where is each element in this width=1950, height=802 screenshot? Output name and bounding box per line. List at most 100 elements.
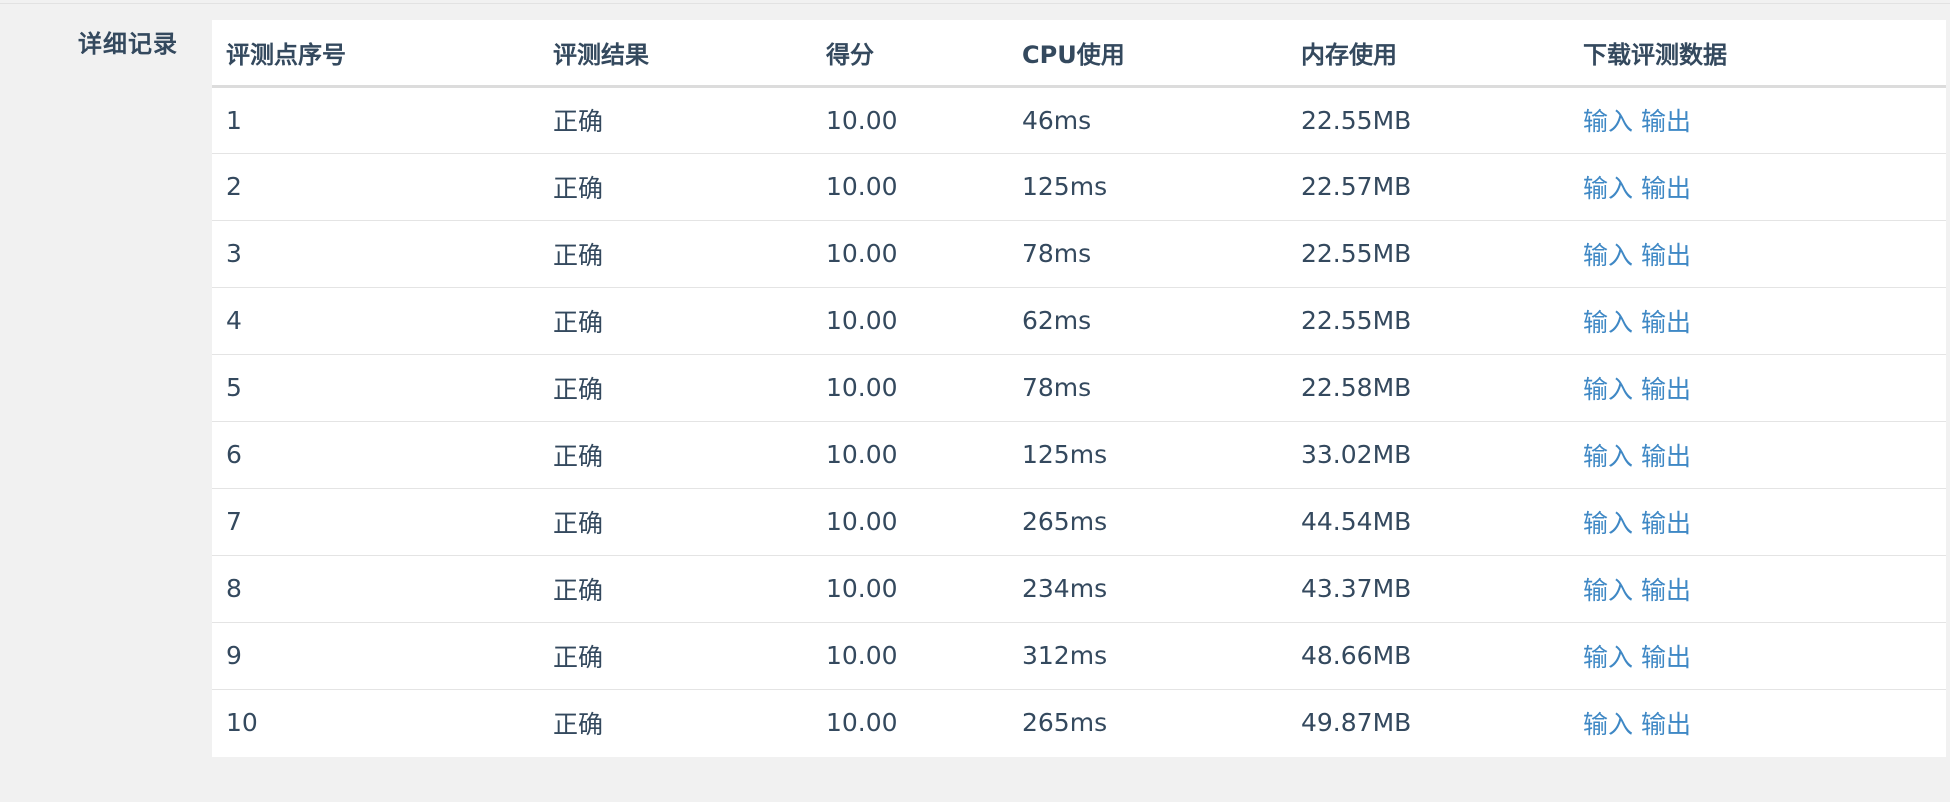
cell-score: 10.00: [812, 153, 1008, 221]
cell-result: 正确: [539, 421, 812, 489]
input-link[interactable]: 输入: [1583, 308, 1633, 337]
output-link[interactable]: 输出: [1641, 643, 1691, 672]
cell-memory: 44.54MB: [1287, 488, 1569, 556]
cell-result: 正确: [539, 555, 812, 623]
table-row: 2 正确 10.00 125ms 22.57MB 输入 输出: [212, 153, 1946, 221]
output-link[interactable]: 输出: [1641, 375, 1691, 404]
output-link[interactable]: 输出: [1641, 174, 1691, 203]
input-link[interactable]: 输入: [1583, 107, 1633, 136]
cell-result: 正确: [539, 622, 812, 690]
cell-memory: 22.55MB: [1287, 220, 1569, 288]
cell-score: 10.00: [812, 287, 1008, 355]
cell-cpu: 78ms: [1008, 220, 1287, 288]
cell-cpu: 265ms: [1022, 708, 1108, 738]
cell-cpu: 234ms: [1008, 555, 1287, 623]
input-link[interactable]: 输入: [1583, 576, 1633, 605]
cell-cpu: 78ms: [1008, 354, 1287, 422]
section-label: 详细记录: [78, 30, 178, 58]
cell-download: 输入 输出: [1569, 488, 1946, 556]
detail-records-table: 评测点序号 评测结果 得分 CPU使用 内存使用 下载评测数据 1 正确 10.…: [212, 20, 1946, 756]
cell-result: 正确: [539, 153, 812, 221]
cell-index: 1: [212, 86, 539, 154]
cell-score: 10.00: [812, 555, 1008, 623]
table-row: 9 正确 10.00 312ms 48.66MB 输入 输出: [212, 622, 1946, 690]
cell-score: 10.00: [812, 220, 1008, 288]
cell-download: 输入 输出: [1569, 287, 1946, 355]
table-row: 6 正确 10.00 125ms 33.02MB 输入 输出: [212, 421, 1946, 489]
cell-result: 正确: [539, 488, 812, 556]
output-link[interactable]: 输出: [1641, 576, 1691, 605]
cell-download: 输入 输出: [1569, 622, 1946, 690]
cell-download: 输入 输出: [1569, 555, 1946, 623]
cell-memory: 22.55MB: [1287, 86, 1569, 154]
input-link[interactable]: 输入: [1583, 241, 1633, 270]
cell-memory: 43.37MB: [1287, 555, 1569, 623]
cell-index: 8: [212, 555, 539, 623]
output-link[interactable]: 输出: [1641, 710, 1691, 739]
cell-result: 正确: [553, 709, 604, 739]
cell-cpu: 125ms: [1008, 421, 1287, 489]
cell-score: 10.00: [812, 86, 1008, 154]
table-row: 7 正确 10.00 265ms 44.54MB 输入 输出: [212, 488, 1946, 556]
cell-index: 7: [212, 488, 539, 556]
input-link[interactable]: 输入: [1583, 643, 1633, 672]
cell-result: 正确: [539, 354, 812, 422]
cell-index: 2: [212, 153, 539, 221]
input-link[interactable]: 输入: [1583, 442, 1633, 471]
table-row: 4 正确 10.00 62ms 22.55MB 输入 输出: [212, 287, 1946, 355]
cell-index: 5: [212, 354, 539, 422]
cell-result: 正确: [539, 86, 812, 154]
cell-index: 6: [212, 421, 539, 489]
cell-cpu: 265ms: [1008, 488, 1287, 556]
cell-memory: 22.57MB: [1287, 153, 1569, 221]
input-link[interactable]: 输入: [1583, 509, 1633, 538]
cell-index: 9: [212, 622, 539, 690]
header-memory: 内存使用: [1287, 20, 1569, 88]
output-link[interactable]: 输出: [1641, 107, 1691, 136]
table-row: 8 正确 10.00 234ms 43.37MB 输入 输出: [212, 555, 1946, 623]
table-row: 5 正确 10.00 78ms 22.58MB 输入 输出: [212, 354, 1946, 422]
output-link[interactable]: 输出: [1641, 509, 1691, 538]
output-link[interactable]: 输出: [1641, 442, 1691, 471]
detail-records-panel: 评测点序号 评测结果 得分 CPU使用 内存使用 下载评测数据 1 正确 10.…: [212, 20, 1946, 757]
output-link[interactable]: 输出: [1641, 241, 1691, 270]
cell-memory: 49.87MB: [1301, 708, 1412, 738]
cell-download: 输入 输出: [1569, 153, 1946, 221]
cell-memory: 22.55MB: [1287, 287, 1569, 355]
cell-memory: 22.58MB: [1287, 354, 1569, 422]
cell-cpu: 46ms: [1008, 86, 1287, 154]
cell-cpu: 312ms: [1008, 622, 1287, 690]
cell-memory: 33.02MB: [1287, 421, 1569, 489]
cell-score: 10.00: [812, 354, 1008, 422]
cell-result: 正确: [539, 220, 812, 288]
table-row: 1 正确 10.00 46ms 22.55MB 输入 输出: [212, 86, 1946, 154]
input-link[interactable]: 输入: [1583, 174, 1633, 203]
input-link[interactable]: 输入: [1583, 375, 1633, 404]
header-result: 评测结果: [539, 20, 812, 88]
table-row: 10 正确 10.00 265ms 49.87MB 输入 输出: [212, 689, 1946, 756]
input-link[interactable]: 输入: [1583, 710, 1633, 739]
cell-score: 10.00: [812, 622, 1008, 690]
cell-index: 3: [212, 220, 539, 288]
header-cpu: CPU使用: [1008, 20, 1287, 88]
cell-result: 正确: [539, 287, 812, 355]
cell-cpu: 62ms: [1008, 287, 1287, 355]
cell-memory: 48.66MB: [1287, 622, 1569, 690]
table-header-row: 评测点序号 评测结果 得分 CPU使用 内存使用 下载评测数据: [212, 20, 1946, 88]
cell-cpu: 125ms: [1008, 153, 1287, 221]
header-download: 下载评测数据: [1569, 20, 1946, 88]
header-score: 得分: [812, 20, 1008, 88]
cell-index: 10: [226, 708, 258, 738]
cell-index: 4: [212, 287, 539, 355]
table-row: 3 正确 10.00 78ms 22.55MB 输入 输出: [212, 220, 1946, 288]
cell-score: 10.00: [812, 488, 1008, 556]
cell-download: 输入 输出: [1569, 689, 1946, 756]
cell-download: 输入 输出: [1569, 220, 1946, 288]
header-test-index: 评测点序号: [212, 20, 539, 88]
cell-download: 输入 输出: [1569, 354, 1946, 422]
output-link[interactable]: 输出: [1641, 308, 1691, 337]
cell-download: 输入 输出: [1569, 86, 1946, 154]
cell-download: 输入 输出: [1569, 421, 1946, 489]
cell-score: 10.00: [812, 421, 1008, 489]
cell-score: 10.00: [826, 708, 898, 738]
